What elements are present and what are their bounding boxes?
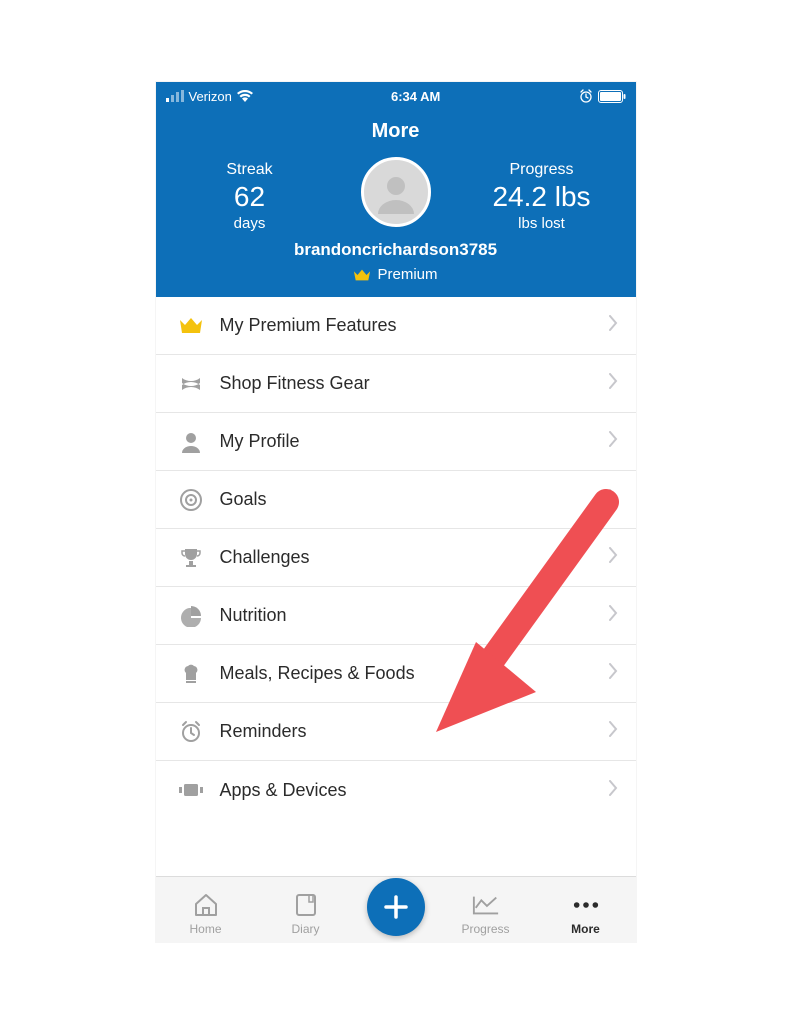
progress-stat: Progress 24.2 lbs lbs lost [482, 161, 602, 232]
plus-icon [381, 892, 411, 922]
carrier-label: Verizon [189, 89, 232, 104]
menu-label: Apps & Devices [220, 780, 608, 801]
tab-label: Home [189, 922, 221, 936]
premium-badge[interactable]: Premium [156, 266, 636, 283]
username[interactable]: brandoncrichardson3785 [156, 240, 636, 260]
streak-unit: days [190, 215, 310, 232]
chevron-right-icon [608, 721, 618, 742]
menu-label: My Premium Features [220, 315, 608, 336]
target-icon [176, 485, 206, 515]
streak-label: Streak [190, 161, 310, 179]
menu-label: Nutrition [220, 605, 608, 626]
profile-stats: Streak 62 days Progress 24.2 lbs lbs los… [156, 161, 636, 232]
menu-challenges[interactable]: Challenges [156, 529, 636, 587]
status-time: 6:34 AM [391, 89, 440, 104]
crown-icon [176, 311, 206, 341]
status-bar: Verizon 6:34 AM [156, 82, 636, 110]
menu-label: Reminders [220, 721, 608, 742]
menu-reminders[interactable]: Reminders [156, 703, 636, 761]
person-icon [176, 427, 206, 457]
avatar-wrap[interactable] [361, 157, 431, 227]
progress-unit: lbs lost [482, 215, 602, 232]
ua-icon [176, 369, 206, 399]
device-icon [176, 775, 206, 805]
menu-nutrition[interactable]: Nutrition [156, 587, 636, 645]
alarm-icon [176, 717, 206, 747]
tab-label: Progress [461, 922, 509, 936]
header: Verizon 6:34 AM More Streak 62 days [156, 82, 636, 297]
diary-icon [292, 890, 320, 920]
chevron-right-icon [608, 663, 618, 684]
menu-meals-recipes-foods[interactable]: Meals, Recipes & Foods [156, 645, 636, 703]
menu-label: Challenges [220, 547, 608, 568]
menu-list: My Premium Features Shop Fitness Gear My… [156, 297, 636, 819]
chevron-right-icon [608, 547, 618, 568]
menu-apps-devices[interactable]: Apps & Devices [156, 761, 636, 819]
tab-more[interactable]: More [536, 890, 636, 942]
premium-label: Premium [377, 266, 437, 283]
streak-stat: Streak 62 days [190, 161, 310, 232]
chevron-right-icon [608, 373, 618, 394]
battery-icon [598, 90, 626, 103]
menu-label: Meals, Recipes & Foods [220, 663, 608, 684]
crown-icon [353, 268, 371, 282]
menu-shop-fitness[interactable]: Shop Fitness Gear [156, 355, 636, 413]
chevron-right-icon [608, 315, 618, 336]
menu-label: My Profile [220, 431, 608, 452]
tab-progress[interactable]: Progress [436, 890, 536, 942]
more-icon [572, 890, 600, 920]
chef-hat-icon [176, 659, 206, 689]
alarm-status-icon [579, 89, 593, 103]
streak-value: 62 [190, 181, 310, 213]
chevron-right-icon [608, 489, 618, 510]
progress-chart-icon [472, 890, 500, 920]
tab-diary[interactable]: Diary [256, 890, 356, 942]
chevron-right-icon [608, 780, 618, 801]
tab-label: More [571, 922, 600, 936]
menu-label: Shop Fitness Gear [220, 373, 608, 394]
menu-goals[interactable]: Goals [156, 471, 636, 529]
progress-value: 24.2 lbs [482, 181, 602, 213]
chevron-right-icon [608, 605, 618, 626]
tab-bar: Home Diary Progress More [156, 876, 636, 942]
phone-screen: Verizon 6:34 AM More Streak 62 days [156, 82, 636, 942]
tab-label: Diary [291, 922, 319, 936]
menu-label: Goals [220, 489, 608, 510]
avatar[interactable] [361, 157, 431, 227]
menu-my-profile[interactable]: My Profile [156, 413, 636, 471]
signal-icon [166, 90, 184, 102]
home-icon [192, 890, 220, 920]
trophy-icon [176, 543, 206, 573]
menu-premium-features[interactable]: My Premium Features [156, 297, 636, 355]
page-title: More [156, 110, 636, 161]
chevron-right-icon [608, 431, 618, 452]
add-button[interactable] [367, 878, 425, 936]
pie-chart-icon [176, 601, 206, 631]
tab-home[interactable]: Home [156, 890, 256, 942]
tab-add[interactable] [356, 878, 436, 942]
progress-label: Progress [482, 161, 602, 179]
wifi-icon [237, 90, 253, 102]
